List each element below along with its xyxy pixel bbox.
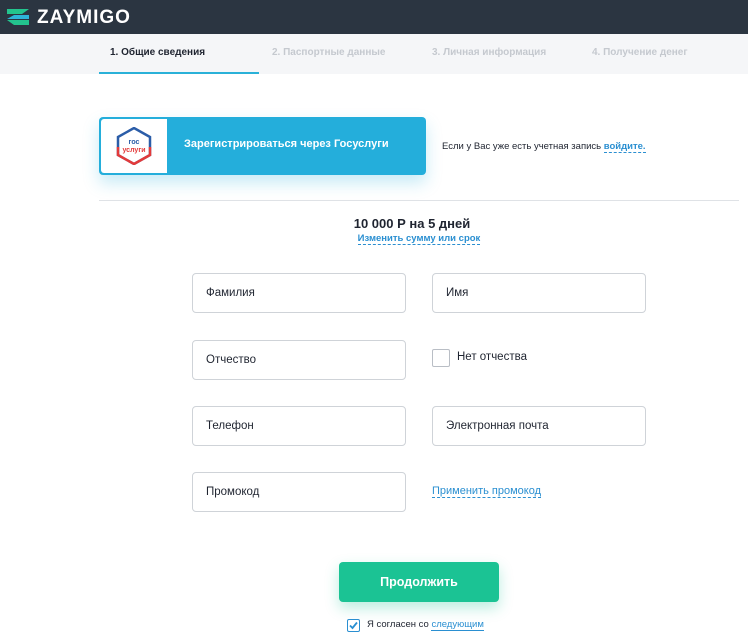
login-hint-text: Если у Вас уже есть учетная запись xyxy=(442,141,602,152)
step-receive-money[interactable]: 4. Получение денег xyxy=(592,47,688,58)
login-hint: Если у Вас уже есть учетная запись войди… xyxy=(442,141,646,153)
zaymigo-logo-icon[interactable] xyxy=(7,9,29,25)
continue-button[interactable]: Продолжить xyxy=(339,562,499,602)
change-amount-link[interactable]: Изменить сумму или срок xyxy=(357,233,481,245)
logo-text[interactable]: ZAYMIGO xyxy=(37,7,131,29)
apply-promo-link[interactable]: Применить промокод xyxy=(432,485,541,498)
email-field[interactable]: Электронная почта xyxy=(432,406,646,446)
gosuslugi-logo-icon: гос услуги xyxy=(116,127,152,165)
consent-checkbox[interactable] xyxy=(347,619,360,632)
loan-change: Изменить сумму или срок xyxy=(0,233,748,245)
first-name-field[interactable]: Имя xyxy=(432,273,646,313)
section-divider xyxy=(99,200,739,201)
no-patronymic-label[interactable]: Нет отчества xyxy=(457,351,527,363)
login-link[interactable]: войдите. xyxy=(603,141,646,153)
promo-code-field[interactable]: Промокод xyxy=(192,472,406,512)
step-passport-data[interactable]: 2. Паспортные данные xyxy=(272,47,385,58)
gosuslugi-register-button[interactable]: гос услуги Зарегистрироваться через Госу… xyxy=(99,117,426,175)
checkmark-icon xyxy=(349,621,358,630)
gosuslugi-logo: гос услуги xyxy=(101,119,167,173)
gosuslugi-button-label: Зарегистрироваться через Госуслуги xyxy=(184,138,389,150)
gosuslugi-logo-line1: гос xyxy=(129,139,140,146)
consent-label: Я согласен со xyxy=(367,619,429,630)
gosuslugi-logo-line2: услуги xyxy=(122,147,145,154)
phone-field[interactable]: Телефон xyxy=(192,406,406,446)
patronymic-field[interactable]: Отчество xyxy=(192,340,406,380)
progress-steps: 1. Общие сведения 2. Паспортные данные 3… xyxy=(0,34,748,74)
consent-text: Я согласен со следующим xyxy=(367,619,484,631)
last-name-field[interactable]: Фамилия xyxy=(192,273,406,313)
consent-link[interactable]: следующим xyxy=(431,619,484,631)
no-patronymic-checkbox[interactable] xyxy=(432,349,450,367)
top-header: ZAYMIGO xyxy=(0,0,748,34)
step-personal-info[interactable]: 3. Личная информация xyxy=(432,47,546,58)
step-general-info[interactable]: 1. Общие сведения xyxy=(110,47,205,58)
loan-summary: 10 000 Р на 5 дней xyxy=(353,216,471,231)
active-step-indicator xyxy=(99,72,259,74)
